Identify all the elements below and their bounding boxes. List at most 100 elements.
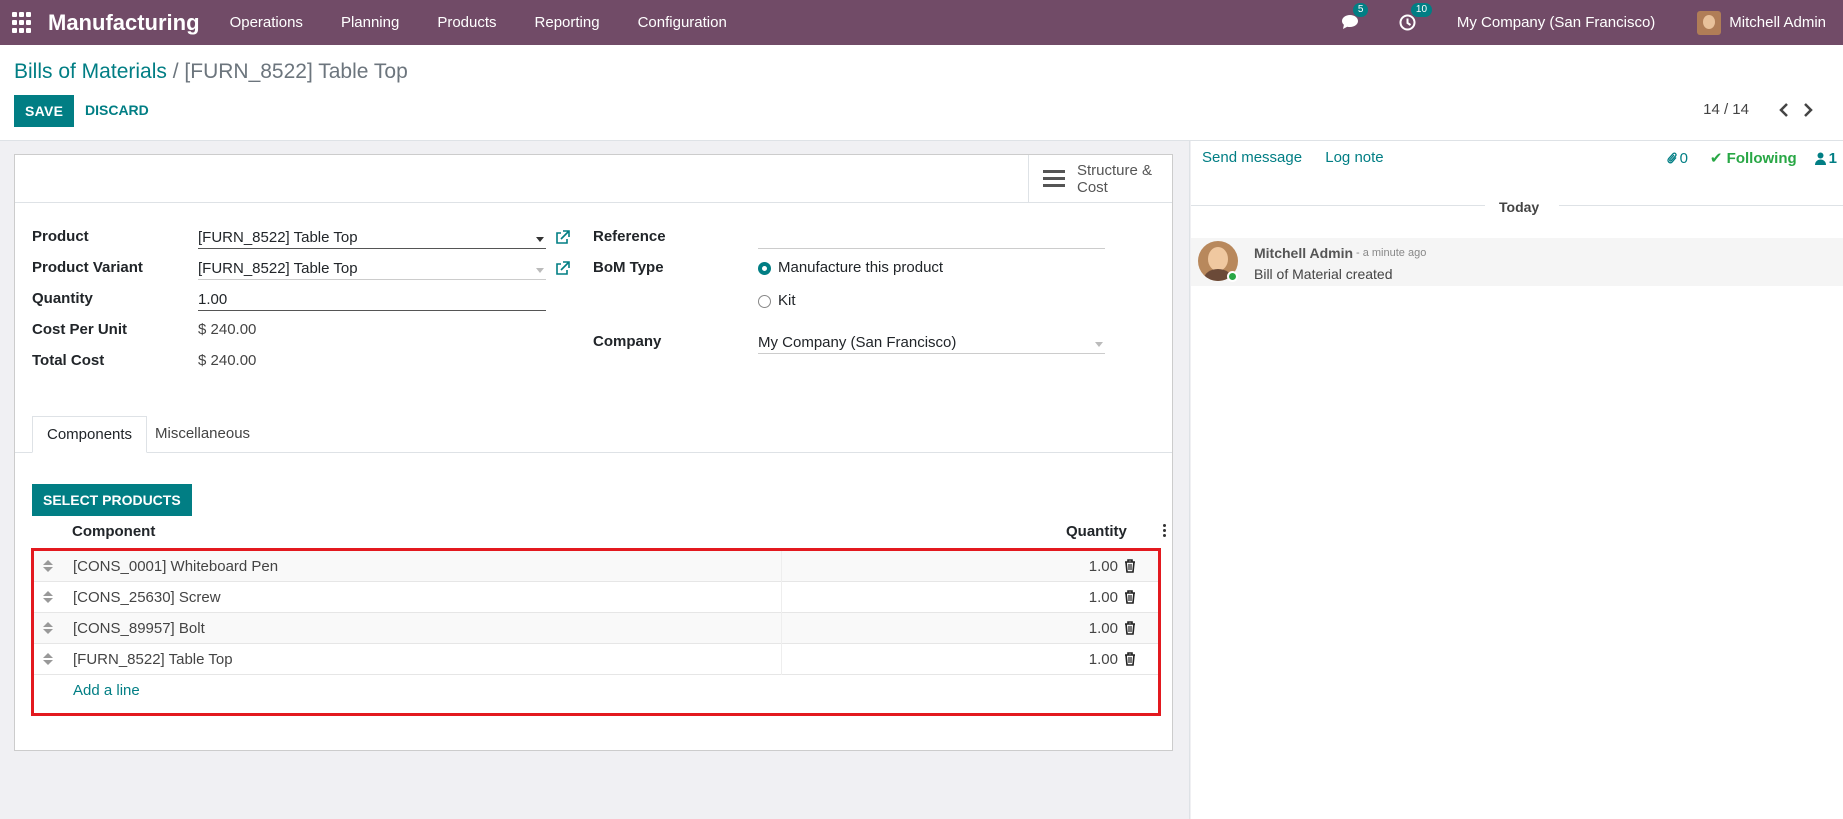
menu-configuration[interactable]: Configuration bbox=[638, 14, 727, 31]
table-row[interactable]: [CONS_25630] Screw 1.00 bbox=[34, 582, 1158, 613]
chatter-topbar: Send message Log note bbox=[1202, 149, 1403, 166]
trash-icon[interactable] bbox=[1124, 652, 1136, 666]
company-field[interactable]: My Company (San Francisco) bbox=[758, 334, 956, 351]
send-message-button[interactable]: Send message bbox=[1202, 149, 1302, 166]
component-quantity[interactable]: 1.00 bbox=[1089, 558, 1118, 575]
activity-menu[interactable]: 10 bbox=[1399, 2, 1433, 32]
quantity-underline bbox=[198, 310, 546, 311]
messages-badge: 5 bbox=[1352, 2, 1369, 17]
component-quantity[interactable]: 1.00 bbox=[1089, 651, 1118, 668]
component-name[interactable]: [CONS_0001] Whiteboard Pen bbox=[73, 558, 278, 575]
column-component[interactable]: Component bbox=[72, 523, 155, 540]
menu-operations[interactable]: Operations bbox=[230, 14, 303, 31]
table-row[interactable]: [FURN_8522] Table Top 1.00 bbox=[34, 644, 1158, 675]
chevron-left-icon[interactable] bbox=[1779, 102, 1789, 117]
column-quantity[interactable]: Quantity bbox=[1066, 523, 1127, 540]
log-note-button[interactable]: Log note bbox=[1325, 149, 1383, 166]
activities-badge: 10 bbox=[1410, 2, 1433, 17]
product-field-underline bbox=[198, 248, 546, 249]
external-link-icon[interactable] bbox=[555, 261, 570, 276]
form-sheet: Structure & Cost Product [FURN_8522] Tab… bbox=[14, 154, 1173, 751]
product-variant-field[interactable]: [FURN_8522] Table Top bbox=[198, 260, 358, 277]
notebook-tabs: Components Miscellaneous bbox=[15, 416, 1172, 453]
structure-cost-label-line1: Structure & bbox=[1077, 161, 1153, 179]
bom-type-kit-label[interactable]: Kit bbox=[778, 292, 796, 309]
clock-icon bbox=[1399, 14, 1416, 30]
message-body: Bill of Material created bbox=[1254, 266, 1393, 282]
bom-type-manufacture-label[interactable]: Manufacture this product bbox=[778, 259, 943, 276]
product-field[interactable]: [FURN_8522] Table Top bbox=[198, 229, 358, 246]
following-label: Following bbox=[1726, 150, 1797, 167]
product-dropdown-icon[interactable] bbox=[536, 237, 544, 242]
reference-underline bbox=[758, 248, 1105, 249]
product-variant-label: Product Variant bbox=[32, 259, 143, 276]
table-row[interactable]: [CONS_0001] Whiteboard Pen 1.00 bbox=[34, 551, 1158, 582]
message-author[interactable]: Mitchell Admin bbox=[1254, 245, 1353, 261]
drag-handle-icon[interactable] bbox=[43, 653, 53, 665]
user-icon[interactable] bbox=[1814, 152, 1826, 165]
external-link-icon[interactable] bbox=[555, 230, 570, 245]
pager: 14 / 14 bbox=[1703, 101, 1813, 118]
components-list-header: Component Quantity bbox=[32, 517, 1172, 545]
paperclip-icon[interactable] bbox=[1666, 151, 1677, 165]
structure-cost-label-line2: Cost bbox=[1077, 178, 1108, 196]
component-name[interactable]: [CONS_89957] Bolt bbox=[73, 620, 205, 637]
bom-type-label: BoM Type bbox=[593, 259, 664, 276]
menu-products[interactable]: Products bbox=[437, 14, 496, 31]
app-brand[interactable]: Manufacturing bbox=[48, 10, 200, 36]
attachments-count[interactable]: 0 bbox=[1680, 150, 1688, 167]
followers-count[interactable]: 1 bbox=[1829, 150, 1837, 167]
trash-icon[interactable] bbox=[1124, 621, 1136, 635]
chevron-right-icon[interactable] bbox=[1803, 102, 1813, 117]
breadcrumb-bom[interactable]: Bills of Materials bbox=[14, 60, 167, 83]
company-dropdown-icon[interactable] bbox=[1095, 342, 1103, 347]
check-icon: ✔ bbox=[1709, 150, 1727, 167]
add-line-link[interactable]: Add a line bbox=[73, 682, 140, 699]
main-menu: Operations Planning Products Reporting C… bbox=[230, 14, 765, 31]
trash-icon[interactable] bbox=[1124, 559, 1136, 573]
menu-reporting[interactable]: Reporting bbox=[535, 14, 600, 31]
column-separator bbox=[781, 613, 782, 644]
component-name[interactable]: [CONS_25630] Screw bbox=[73, 589, 221, 606]
select-products-button[interactable]: SELECT PRODUCTS bbox=[32, 484, 192, 516]
drag-handle-icon[interactable] bbox=[43, 622, 53, 634]
column-separator bbox=[781, 551, 782, 582]
tab-components[interactable]: Components bbox=[32, 416, 148, 453]
pager-value[interactable]: 14 / 14 bbox=[1703, 101, 1749, 118]
save-button[interactable]: SAVE bbox=[14, 95, 75, 127]
chatter-actions: 0 ✔ Following 1 bbox=[1666, 149, 1837, 167]
date-separator-label: Today bbox=[1499, 199, 1540, 215]
breadcrumb: Bills of Materials / [FURN_8522] Table T… bbox=[14, 60, 408, 84]
optional-columns-icon[interactable] bbox=[1163, 524, 1166, 539]
company-label: Company bbox=[593, 333, 662, 350]
message-time: - a minute ago bbox=[1356, 247, 1427, 259]
component-quantity[interactable]: 1.00 bbox=[1089, 620, 1118, 637]
button-box: Structure & Cost bbox=[15, 155, 1172, 203]
bom-type-manufacture-radio[interactable] bbox=[758, 262, 771, 275]
column-separator bbox=[781, 582, 782, 613]
chatter-message: Mitchell Admin - a minute ago Bill of Ma… bbox=[1191, 238, 1843, 286]
structure-cost-button[interactable]: Structure & Cost bbox=[1028, 155, 1172, 202]
company-switcher[interactable]: My Company (San Francisco) bbox=[1457, 14, 1655, 31]
trash-icon[interactable] bbox=[1124, 590, 1136, 604]
user-menu[interactable]: Mitchell Admin bbox=[1729, 14, 1826, 31]
breadcrumb-separator: / bbox=[166, 60, 185, 83]
tab-miscellaneous[interactable]: Miscellaneous bbox=[141, 416, 264, 453]
component-name[interactable]: [FURN_8522] Table Top bbox=[73, 651, 233, 668]
menu-planning[interactable]: Planning bbox=[341, 14, 399, 31]
date-separator: Today bbox=[1191, 199, 1843, 215]
discard-button[interactable]: DISCARD bbox=[85, 102, 149, 118]
product-variant-dropdown-icon[interactable] bbox=[536, 268, 544, 273]
quantity-field[interactable]: 1.00 bbox=[198, 291, 227, 308]
reference-label: Reference bbox=[593, 228, 666, 245]
user-avatar[interactable] bbox=[1697, 10, 1722, 35]
drag-handle-icon[interactable] bbox=[43, 560, 53, 572]
apps-menu-icon[interactable] bbox=[12, 11, 34, 34]
component-quantity[interactable]: 1.00 bbox=[1089, 589, 1118, 606]
table-row[interactable]: [CONS_89957] Bolt 1.00 bbox=[34, 613, 1158, 644]
drag-handle-icon[interactable] bbox=[43, 591, 53, 603]
following-button[interactable]: ✔ Following bbox=[1710, 149, 1797, 167]
bom-type-kit-radio[interactable] bbox=[758, 295, 771, 308]
control-panel: Bills of Materials / [FURN_8522] Table T… bbox=[0, 45, 1843, 141]
messaging-menu[interactable]: 5 bbox=[1341, 2, 1369, 32]
